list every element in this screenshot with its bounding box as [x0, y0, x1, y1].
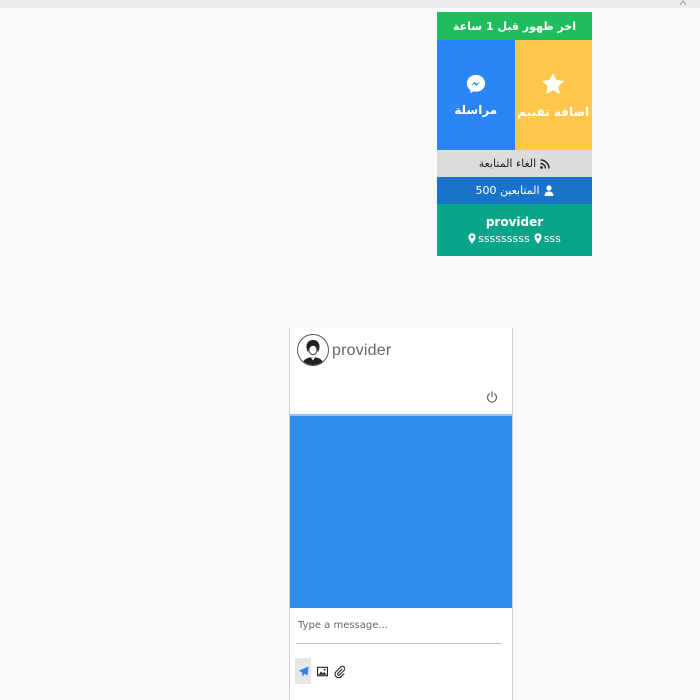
- chat-contact-name: provider: [332, 342, 392, 359]
- chat-composer: [290, 608, 512, 700]
- message-input[interactable]: [296, 616, 502, 644]
- messenger-icon: [466, 74, 485, 94]
- star-icon: [542, 72, 565, 94]
- chevron-up-icon[interactable]: [680, 0, 686, 6]
- add-rating-button[interactable]: اضافة تقييم: [514, 40, 592, 150]
- provider-locations: sssssssss sss: [468, 232, 561, 245]
- paperclip-icon: [334, 665, 345, 678]
- power-button[interactable]: [486, 388, 498, 407]
- unfollow-button[interactable]: الغاء المتابعة: [437, 150, 592, 177]
- provider-name: provider: [485, 215, 544, 229]
- attach-file-button[interactable]: [334, 665, 345, 678]
- location-text: sss: [543, 232, 561, 245]
- map-marker-icon: [468, 233, 476, 244]
- location-item: sssssssss: [468, 232, 530, 245]
- unfollow-label: الغاء المتابعة: [478, 157, 537, 170]
- send-button[interactable]: [295, 658, 311, 684]
- chat-messages-area[interactable]: [290, 416, 512, 608]
- chat-header: provider: [290, 328, 512, 416]
- composer-tools: [295, 658, 345, 684]
- provider-info: provider sssssssss sss: [437, 204, 592, 256]
- profile-card: اخر ظهور قبل 1 ساعة مراسلة اضافة تقييم ا…: [437, 12, 592, 256]
- send-icon: [297, 665, 309, 677]
- followers-count: المتابعين 500: [437, 177, 592, 204]
- location-text: sssssssss: [478, 232, 530, 245]
- rss-icon: [540, 158, 550, 169]
- power-icon: [486, 391, 498, 403]
- add-rating-label: اضافة تقييم: [517, 105, 590, 119]
- image-upload-button[interactable]: [317, 666, 328, 677]
- location-item: sss: [534, 232, 561, 245]
- action-tiles: مراسلة اضافة تقييم: [437, 40, 592, 150]
- followers-label: المتابعين 500: [475, 184, 540, 197]
- last-seen-text: اخر ظهور قبل 1 ساعة: [452, 19, 577, 33]
- image-icon: [317, 666, 328, 676]
- message-label: مراسلة: [454, 103, 498, 117]
- last-seen-bar: اخر ظهور قبل 1 ساعة: [437, 12, 592, 40]
- map-marker-icon: [534, 233, 542, 244]
- browser-top-strip: [0, 0, 700, 8]
- chat-widget: provider: [289, 328, 513, 700]
- message-button[interactable]: مراسلة: [437, 40, 515, 150]
- avatar-icon: [297, 334, 329, 366]
- user-icon: [544, 185, 553, 196]
